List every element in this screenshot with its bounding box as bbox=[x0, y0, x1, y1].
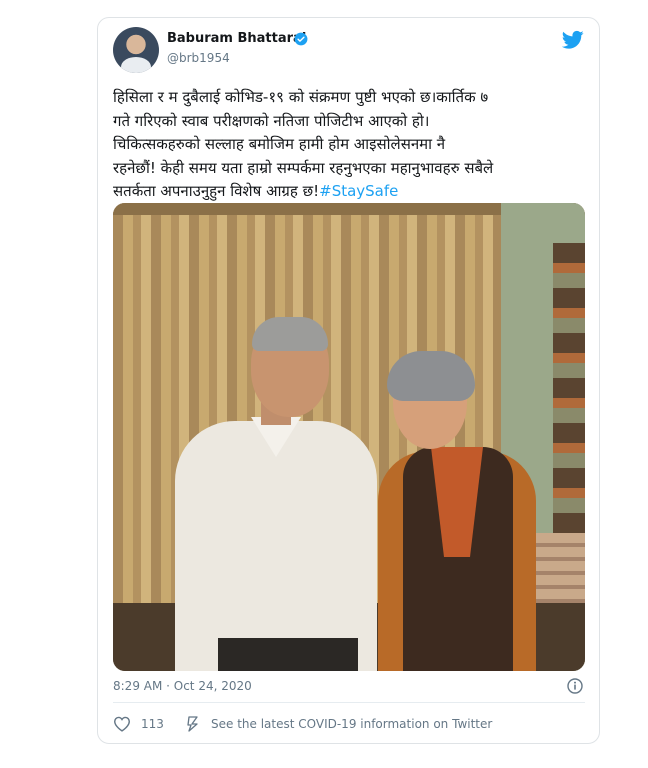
avatar[interactable] bbox=[113, 27, 159, 73]
hashtag-link[interactable]: #StaySafe bbox=[319, 182, 398, 200]
tweet-text: हिसिला र म दुबैलाई कोभिड-१९ को संक्रमण प… bbox=[113, 86, 591, 204]
author-name[interactable]: Baburam Bhattarai bbox=[167, 31, 306, 46]
twitter-bird-icon[interactable] bbox=[562, 30, 584, 50]
like-count[interactable]: 113 bbox=[141, 717, 164, 731]
tweet-timestamp[interactable]: 8:29 AM · Oct 24, 2020 bbox=[113, 679, 252, 693]
tweet-body: हिसिला र म दुबैलाई कोभिड-१९ को संक्रमण प… bbox=[113, 88, 494, 200]
tweet-card: Baburam Bhattarai @brb1954 हिसिला र म दु… bbox=[97, 17, 600, 744]
bookshelf bbox=[553, 243, 585, 543]
heart-icon[interactable] bbox=[113, 716, 131, 732]
divider bbox=[113, 702, 585, 703]
man-hair bbox=[252, 317, 328, 351]
covid-info-icon bbox=[187, 716, 198, 732]
author-handle[interactable]: @brb1954 bbox=[167, 51, 230, 65]
verified-badge-icon bbox=[294, 32, 308, 46]
tweet-photo[interactable] bbox=[113, 203, 585, 671]
man-pants bbox=[218, 638, 358, 671]
woman-hair bbox=[387, 351, 475, 401]
man-figure bbox=[175, 421, 377, 671]
covid-info-link[interactable]: See the latest COVID-19 information on T… bbox=[211, 717, 492, 731]
info-icon[interactable] bbox=[567, 678, 583, 694]
